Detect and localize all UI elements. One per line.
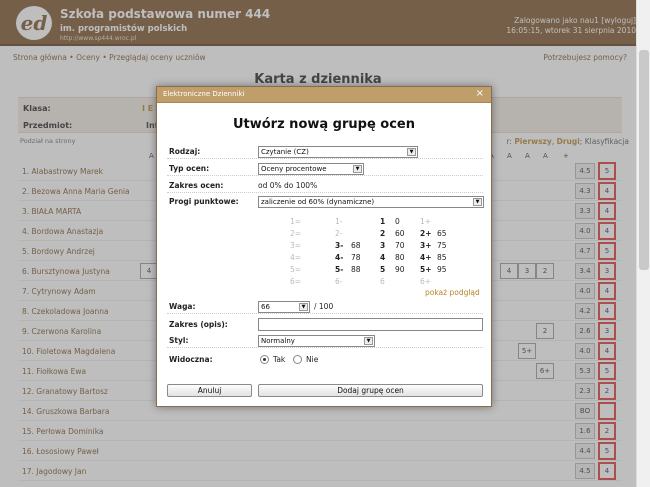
description-input[interactable] (258, 318, 483, 331)
threshold-grade: 6 (380, 277, 385, 286)
threshold-grade: 2= (290, 229, 302, 238)
threshold-value: 60 (395, 229, 405, 238)
threshold-grade: 2- (335, 229, 343, 238)
threshold-grade: 5- (335, 265, 344, 274)
grade-type-row: Typ ocen: Oceny procentowe ▼ (167, 162, 483, 176)
threshold-grade: 4= (290, 253, 302, 262)
threshold-grade: 1+ (420, 217, 432, 226)
scrollbar-thumb[interactable] (639, 50, 649, 270)
description-label: Zakres (opis): (169, 320, 228, 329)
close-icon[interactable]: × (476, 88, 484, 99)
threshold-grade: 2+ (420, 229, 432, 238)
visible-yes-radio[interactable] (260, 355, 269, 364)
style-label: Styl: (169, 336, 189, 345)
threshold-grade: 6+ (420, 277, 432, 286)
weight-label: Waga: (169, 302, 196, 311)
visible-label: Widoczna: (169, 355, 213, 364)
threshold-grade: 6- (335, 277, 343, 286)
threshold-grade: 2 (380, 229, 386, 238)
description-row: Zakres (opis): (167, 318, 259, 332)
threshold-value: 78 (351, 253, 361, 262)
visible-row: Widoczna: (167, 353, 483, 367)
chevron-down-icon: ▼ (299, 303, 308, 311)
thresholds-row: Progi punktowe: zaliczenie od 60% (dynam… (167, 195, 484, 209)
threshold-grade: 3 (380, 241, 386, 250)
create-grade-group-dialog: Elektroniczne Dzienniki × Utwórz nową gr… (156, 86, 492, 407)
page-scrollbar[interactable] (636, 0, 650, 487)
chevron-down-icon: ▼ (473, 198, 482, 206)
threshold-grade: 3= (290, 241, 302, 250)
visible-no-label[interactable]: Nie (306, 355, 318, 364)
threshold-grade: 1= (290, 217, 302, 226)
style-row: Styl: Normalny ▼ (167, 334, 483, 348)
threshold-grade: 4- (335, 253, 344, 262)
threshold-grade: 1 (380, 217, 386, 226)
category-select[interactable]: Czytanie (CZ) ▼ (258, 146, 418, 158)
threshold-value: 65 (437, 229, 447, 238)
threshold-value: 88 (351, 265, 361, 274)
thresholds-label: Progi punktowe: (169, 197, 239, 206)
threshold-grade: 4 (380, 253, 386, 262)
threshold-value: 95 (437, 265, 447, 274)
threshold-grade: 3- (335, 241, 344, 250)
dialog-window-title: Elektroniczne Dzienniki (163, 90, 245, 98)
threshold-value: 90 (395, 265, 405, 274)
threshold-grade: 5 (380, 265, 386, 274)
dialog-titlebar[interactable]: Elektroniczne Dzienniki × (157, 87, 491, 103)
threshold-grade: 1- (335, 217, 343, 226)
category-label: Rodzaj: (169, 147, 201, 156)
weight-row: Waga: 66 ▼ / 100 (167, 300, 483, 314)
category-row: Rodzaj: Czytanie (CZ) ▼ (167, 145, 483, 159)
chevron-down-icon: ▼ (353, 165, 362, 173)
threshold-value: 70 (395, 241, 405, 250)
weight-select-value: 66 (261, 303, 270, 311)
threshold-grade: 4+ (420, 253, 432, 262)
weight-max: / 100 (314, 302, 334, 311)
threshold-grade: 5= (290, 265, 302, 274)
grade-range-row: Zakres ocen: od 0% do 100% (167, 179, 483, 193)
grade-type-label: Typ ocen: (169, 164, 210, 173)
chevron-down-icon: ▼ (407, 148, 416, 156)
grade-type-select-value: Oceny procentowe (261, 165, 327, 173)
visible-no-radio[interactable] (293, 355, 302, 364)
visible-yes-label[interactable]: Tak (273, 355, 285, 364)
threshold-grade: 3+ (420, 241, 432, 250)
thresholds-select-value: zaliczenie od 60% (dynamiczne) (261, 198, 375, 206)
style-select[interactable]: Normalny ▼ (258, 335, 375, 347)
chevron-down-icon: ▼ (364, 337, 373, 345)
grade-range-label: Zakres ocen: (169, 181, 224, 190)
threshold-value: 68 (351, 241, 361, 250)
threshold-value: 80 (395, 253, 405, 262)
dialog-heading: Utwórz nową grupę ocen (232, 117, 416, 132)
style-select-value: Normalny (261, 337, 295, 345)
grade-range-value: od 0% do 100% (258, 181, 318, 190)
category-select-value: Czytanie (CZ) (261, 148, 309, 156)
add-grade-group-button[interactable]: Dodaj grupę ocen (258, 384, 483, 397)
threshold-value: 85 (437, 253, 447, 262)
show-preview-link[interactable]: pokaż podgląd (425, 288, 480, 297)
cancel-button[interactable]: Anuluj (167, 384, 252, 397)
threshold-value: 0 (395, 217, 400, 226)
grade-type-select[interactable]: Oceny procentowe ▼ (258, 163, 364, 175)
thresholds-select[interactable]: zaliczenie od 60% (dynamiczne) ▼ (258, 196, 484, 208)
threshold-value: 75 (437, 241, 447, 250)
threshold-grade: 6= (290, 277, 302, 286)
weight-select[interactable]: 66 ▼ (258, 301, 310, 313)
threshold-grade: 5+ (420, 265, 432, 274)
